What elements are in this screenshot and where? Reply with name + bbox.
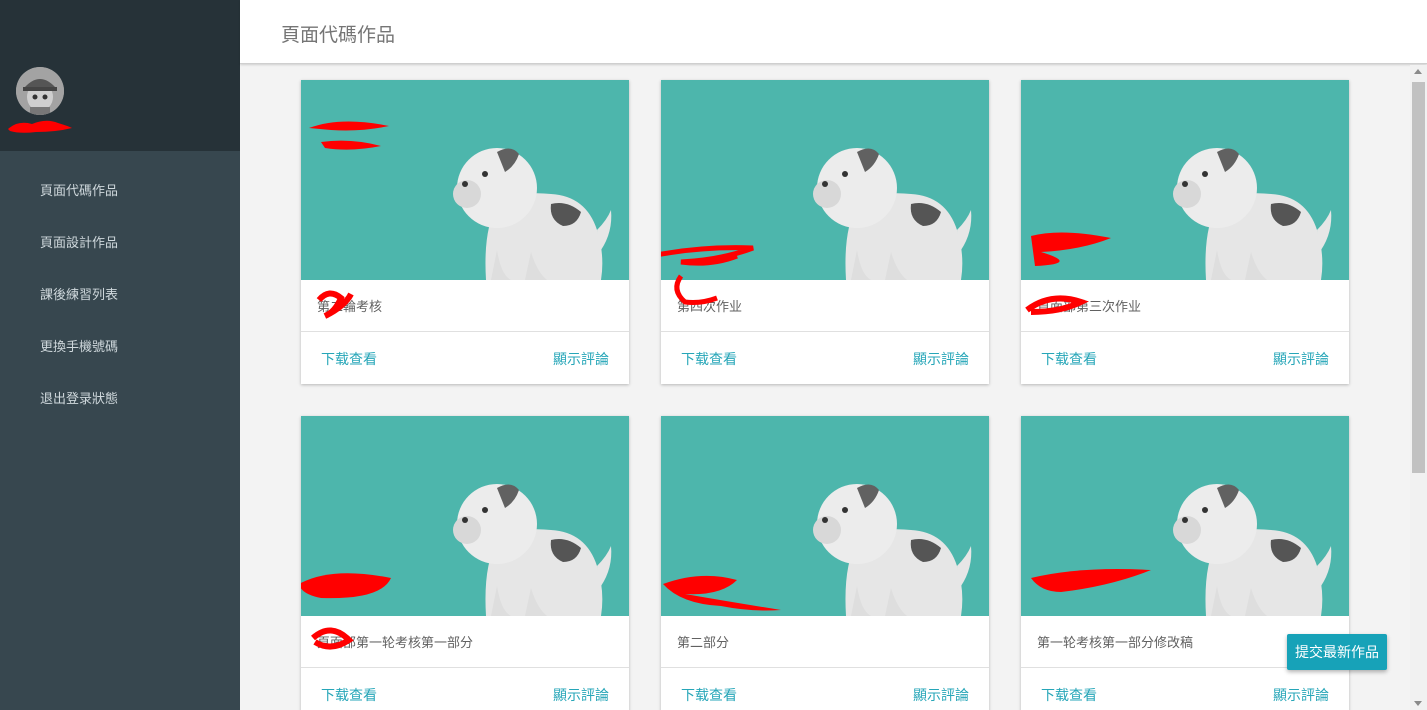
show-comments-link[interactable]: 顯示評論 — [913, 685, 969, 705]
dog-illustration-icon — [1173, 484, 1332, 616]
sidebar: 頁面代碼作品 頁面設計作品 課後練習列表 更換手機號碼 退出登录狀態 — [0, 0, 240, 710]
card-actions: 下载查看 顯示評論 — [661, 331, 989, 384]
card-image — [301, 416, 629, 616]
download-view-link[interactable]: 下载查看 — [321, 685, 377, 705]
work-card: 頁面部第一轮考核第一部分 下载查看 顯示評論 — [301, 416, 629, 710]
download-view-link[interactable]: 下载查看 — [321, 349, 377, 369]
card-actions: 下载查看 顯示評論 — [1021, 331, 1349, 384]
scrollbar-thumb[interactable] — [1412, 82, 1425, 473]
dog-illustration-icon — [813, 148, 972, 280]
sidebar-item-exercise-list[interactable]: 課後練習列表 — [0, 270, 240, 322]
scroll-down-arrow-icon[interactable] — [1414, 701, 1422, 706]
card-image — [1021, 416, 1349, 616]
download-view-link[interactable]: 下载查看 — [1041, 349, 1097, 369]
show-comments-link[interactable]: 顯示評論 — [553, 685, 609, 705]
card-actions: 下载查看 顯示評論 — [661, 667, 989, 710]
work-card: 頁面部第三次作业 下载查看 顯示評論 — [1021, 80, 1349, 384]
card-actions: 下载查看 顯示評論 — [1021, 667, 1349, 710]
show-comments-link[interactable]: 顯示評論 — [553, 349, 609, 369]
show-comments-link[interactable]: 顯示評論 — [1273, 349, 1329, 369]
card-title: 第二輪考核 — [317, 300, 383, 315]
scrollbar[interactable] — [1410, 65, 1427, 710]
card-title: 頁面部第一轮考核第一部分 — [317, 636, 474, 651]
avatar-icon — [16, 67, 64, 115]
sidebar-profile — [0, 0, 240, 151]
card-actions: 下载查看 顯示評論 — [301, 667, 629, 710]
dog-illustration-icon — [453, 148, 612, 280]
card-image — [1021, 80, 1349, 280]
card-title: 頁面部第三次作业 — [1037, 300, 1142, 315]
work-card: 第二輪考核 下载查看 顯示評論 — [301, 80, 629, 384]
card-title: 第四次作业 — [677, 300, 743, 315]
top-header: 頁面代碼作品 — [240, 0, 1427, 64]
work-card: 第二部分 下载查看 顯示評論 — [661, 416, 989, 710]
dog-illustration-icon — [453, 484, 612, 616]
sidebar-item-code-works[interactable]: 頁面代碼作品 — [0, 166, 240, 218]
avatar[interactable] — [16, 67, 64, 115]
card-image — [301, 80, 629, 280]
download-view-link[interactable]: 下载查看 — [681, 685, 737, 705]
dog-illustration-icon — [813, 484, 972, 616]
work-card: 第四次作业 下载查看 顯示評論 — [661, 80, 989, 384]
show-comments-link[interactable]: 顯示評論 — [913, 349, 969, 369]
redacted-username — [8, 120, 72, 133]
download-view-link[interactable]: 下载查看 — [1041, 685, 1097, 705]
download-view-link[interactable]: 下载查看 — [681, 349, 737, 369]
card-image — [661, 416, 989, 616]
dog-illustration-icon — [1173, 148, 1332, 280]
sidebar-nav: 頁面代碼作品 頁面設計作品 課後練習列表 更換手機號碼 退出登录狀態 — [0, 166, 240, 426]
card-title: 第二部分 — [677, 636, 730, 651]
show-comments-link[interactable]: 顯示評論 — [1273, 685, 1329, 705]
card-title: 第一轮考核第一部分修改稿 — [1037, 636, 1194, 651]
sidebar-item-change-phone[interactable]: 更換手機號碼 — [0, 322, 240, 374]
submit-new-work-button[interactable]: 提交最新作品 — [1287, 634, 1387, 670]
scroll-up-arrow-icon[interactable] — [1414, 69, 1422, 74]
sidebar-item-logout[interactable]: 退出登录狀態 — [0, 374, 240, 426]
page-title: 頁面代碼作品 — [281, 24, 396, 46]
card-actions: 下载查看 顯示評論 — [301, 331, 629, 384]
sidebar-item-design-works[interactable]: 頁面設計作品 — [0, 218, 240, 270]
card-image — [661, 80, 989, 280]
